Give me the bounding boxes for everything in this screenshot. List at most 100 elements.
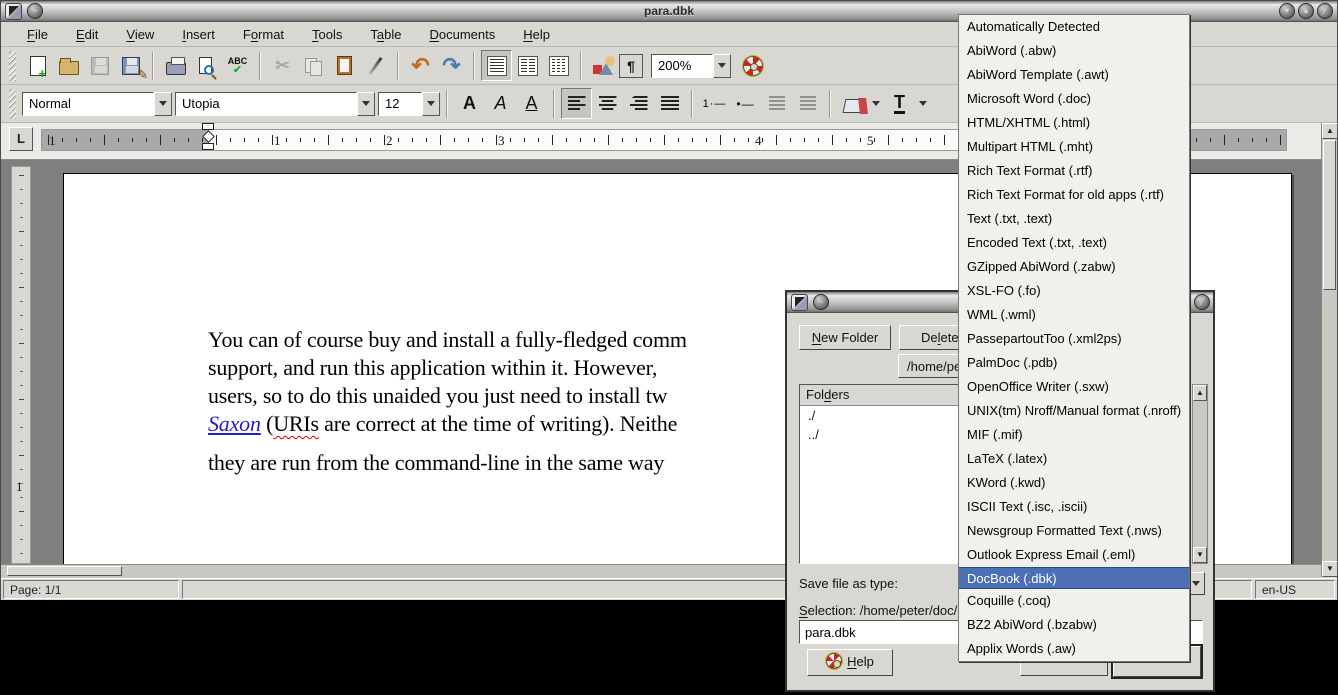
dialog-window-menu-button[interactable]: – xyxy=(813,294,829,310)
justify-icon[interactable] xyxy=(654,88,685,119)
document-text[interactable]: You can of course buy and install a full… xyxy=(208,326,687,477)
zoom-combobox[interactable]: 200% xyxy=(651,54,731,78)
menu-help[interactable]: Help xyxy=(509,24,564,45)
filetype-option[interactable]: MIF (.mif) xyxy=(959,423,1189,447)
filetype-option[interactable]: KWord (.kwd) xyxy=(959,471,1189,495)
copy-icon[interactable] xyxy=(298,50,329,81)
font-combobox[interactable]: Utopia xyxy=(175,92,375,116)
filetype-option[interactable]: GZipped AbiWord (.zabw) xyxy=(959,255,1189,279)
menu-file[interactable]: File xyxy=(13,24,62,45)
undo-icon[interactable]: ↶ xyxy=(405,50,436,81)
show-formatting-marks-icon[interactable]: ¶ xyxy=(619,54,643,78)
menu-view[interactable]: View xyxy=(112,24,168,45)
filetype-option[interactable]: XSL-FO (.fo) xyxy=(959,279,1189,303)
one-column-icon[interactable] xyxy=(481,50,512,81)
filetype-option[interactable]: Automatically Detected xyxy=(959,15,1189,39)
scroll-down-icon[interactable]: ▼ xyxy=(1322,561,1338,577)
scroll-up-icon[interactable]: ▲ xyxy=(1322,123,1338,139)
filetype-option[interactable]: Microsoft Word (.doc) xyxy=(959,87,1189,111)
align-left-icon[interactable] xyxy=(561,88,592,119)
filetype-option[interactable]: Rich Text Format (.rtf) xyxy=(959,159,1189,183)
numbered-list-icon[interactable]: 1·— xyxy=(699,88,730,119)
files-scroll-up-icon[interactable]: ▲ xyxy=(1193,385,1207,401)
zoom-dropdown-arrow-icon[interactable] xyxy=(713,54,731,78)
font-value[interactable]: Utopia xyxy=(175,92,357,116)
maximize-icon[interactable]: ▴ xyxy=(1298,3,1314,19)
save-as-icon[interactable]: ✎ xyxy=(115,50,146,81)
three-columns-icon[interactable] xyxy=(543,50,574,81)
style-value[interactable]: Normal xyxy=(22,92,154,116)
save-icon[interactable] xyxy=(84,50,115,81)
files-list-scrollbar[interactable]: ▲ ▼ xyxy=(1192,384,1208,564)
filetype-option[interactable]: PassepartoutToo (.xml2ps) xyxy=(959,327,1189,351)
print-icon[interactable] xyxy=(160,50,191,81)
filetype-option[interactable]: LaTeX (.latex) xyxy=(959,447,1189,471)
close-icon[interactable]: ╱ xyxy=(1317,3,1333,19)
hyperlink[interactable]: Saxon xyxy=(208,411,261,436)
language-indicator[interactable]: en-US xyxy=(1255,580,1335,599)
filetype-option[interactable]: HTML/XHTML (.html) xyxy=(959,111,1189,135)
help-icon[interactable] xyxy=(737,50,768,81)
filetype-option[interactable]: UNIX(tm) Nroff/Manual format (.nroff) xyxy=(959,399,1189,423)
font-dropdown-arrow-icon[interactable] xyxy=(357,92,375,116)
vertical-ruler[interactable]: 1 xyxy=(11,166,31,564)
style-dropdown-arrow-icon[interactable] xyxy=(154,92,172,116)
font-color-dropdown-icon[interactable] xyxy=(915,88,931,119)
new-folder-button[interactable]: New Folder xyxy=(799,325,891,350)
font-color-icon[interactable]: T xyxy=(884,88,915,119)
print-preview-icon[interactable] xyxy=(191,50,222,81)
menu-tools[interactable]: Tools xyxy=(298,24,356,45)
vertical-scroll-thumb[interactable] xyxy=(1323,140,1336,290)
dialog-close-icon[interactable]: ╱ xyxy=(1194,294,1210,310)
menu-documents[interactable]: Documents xyxy=(416,24,510,45)
font-size-combobox[interactable]: 12 xyxy=(378,92,440,116)
new-document-icon[interactable]: + xyxy=(22,50,53,81)
horizontal-scroll-thumb[interactable] xyxy=(7,566,122,576)
filetype-option[interactable]: Text (.txt, .text) xyxy=(959,207,1189,231)
zoom-value[interactable]: 200% xyxy=(651,54,713,78)
font-size-value[interactable]: 12 xyxy=(378,92,422,116)
filetype-option[interactable]: Multipart HTML (.mht) xyxy=(959,135,1189,159)
filetype-option[interactable]: AbiWord Template (.awt) xyxy=(959,63,1189,87)
filetype-option[interactable]: OpenOffice Writer (.sxw) xyxy=(959,375,1189,399)
bold-icon[interactable]: A xyxy=(454,88,485,119)
menu-edit[interactable]: Edit xyxy=(62,24,112,45)
menu-format[interactable]: Format xyxy=(229,24,298,45)
filetype-option[interactable]: PalmDoc (.pdb) xyxy=(959,351,1189,375)
filetype-option[interactable]: AbiWord (.abw) xyxy=(959,39,1189,63)
filetype-option[interactable]: WML (.wml) xyxy=(959,303,1189,327)
filetype-option[interactable]: Coquille (.coq) xyxy=(959,589,1189,613)
decrease-indent-icon[interactable] xyxy=(761,88,792,119)
cut-icon[interactable]: ✂ xyxy=(267,50,298,81)
filetype-option[interactable]: Outlook Express Email (.eml) xyxy=(959,543,1189,567)
filetype-option[interactable]: Newsgroup Formatted Text (.nws) xyxy=(959,519,1189,543)
spellcheck-icon[interactable]: ABC ✔ xyxy=(222,50,253,81)
tab-stop-selector[interactable]: L xyxy=(9,127,33,151)
filetype-option[interactable]: BZ2 AbiWord (.bzabw) xyxy=(959,613,1189,637)
open-file-icon[interactable] xyxy=(53,50,84,81)
insert-image-icon[interactable] xyxy=(588,50,619,81)
align-center-icon[interactable] xyxy=(592,88,623,119)
menu-insert[interactable]: Insert xyxy=(168,24,229,45)
filetype-option-selected[interactable]: DocBook (.dbk) xyxy=(959,567,1189,589)
filetype-option[interactable]: Applix Words (.aw) xyxy=(959,637,1189,661)
toolbar-grip[interactable] xyxy=(9,89,16,119)
files-scroll-down-icon[interactable]: ▼ xyxy=(1193,547,1207,563)
minimize-icon[interactable]: ▾ xyxy=(1279,3,1295,19)
bullet-list-icon[interactable]: •— xyxy=(730,88,761,119)
stylus-icon[interactable] xyxy=(360,50,391,81)
increase-indent-icon[interactable] xyxy=(792,88,823,119)
underline-icon[interactable]: A xyxy=(516,88,547,119)
toolbar-grip[interactable] xyxy=(9,51,16,81)
menu-table[interactable]: Table xyxy=(356,24,415,45)
highlight-color-dropdown-icon[interactable] xyxy=(868,88,884,119)
filetype-option[interactable]: ISCII Text (.isc, .iscii) xyxy=(959,495,1189,519)
help-button[interactable]: Help xyxy=(807,649,893,676)
redo-icon[interactable]: ↷ xyxy=(436,50,467,81)
highlight-color-icon[interactable] xyxy=(837,88,868,119)
italic-icon[interactable]: A xyxy=(485,88,516,119)
first-line-indent-marker[interactable] xyxy=(201,123,215,150)
two-columns-icon[interactable] xyxy=(512,50,543,81)
font-size-dropdown-arrow-icon[interactable] xyxy=(422,92,440,116)
paste-icon[interactable] xyxy=(329,50,360,81)
